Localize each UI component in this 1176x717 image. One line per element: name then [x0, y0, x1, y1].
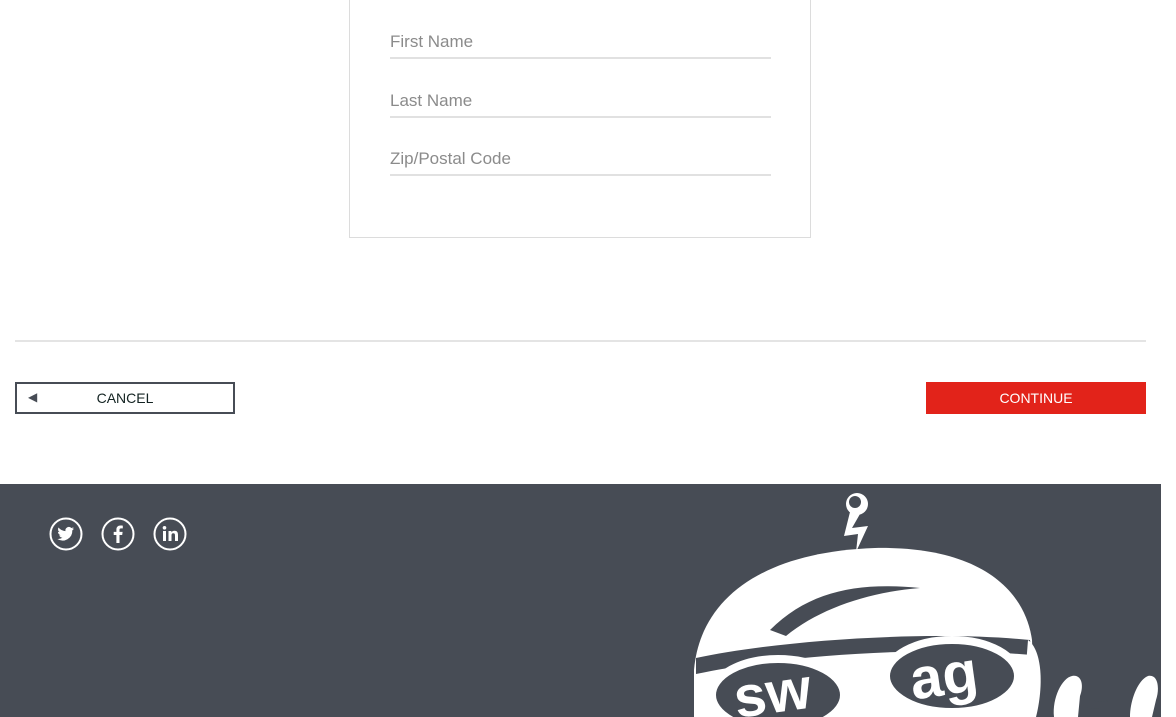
swag-robot-mascot-icon: sw ag	[694, 493, 1158, 717]
linkedin-icon[interactable]	[153, 517, 187, 551]
footer: sw ag	[0, 484, 1161, 717]
first-name-input[interactable]	[390, 27, 771, 59]
last-name-input[interactable]	[390, 86, 771, 118]
checkout-page: ◀ CANCEL CONTINUE	[0, 0, 1176, 717]
checkout-info-form	[349, 0, 811, 238]
divider	[15, 340, 1146, 342]
svg-text:sw: sw	[730, 656, 817, 717]
cancel-label: CANCEL	[96, 390, 154, 406]
back-arrow-icon: ◀	[28, 390, 38, 404]
facebook-icon[interactable]	[101, 517, 135, 551]
svg-text:ag: ag	[906, 639, 982, 713]
continue-button[interactable]: CONTINUE	[926, 382, 1146, 414]
twitter-icon[interactable]	[49, 517, 83, 551]
zip-postal-code-input[interactable]	[390, 144, 771, 176]
cancel-button[interactable]: ◀ CANCEL	[15, 382, 235, 414]
